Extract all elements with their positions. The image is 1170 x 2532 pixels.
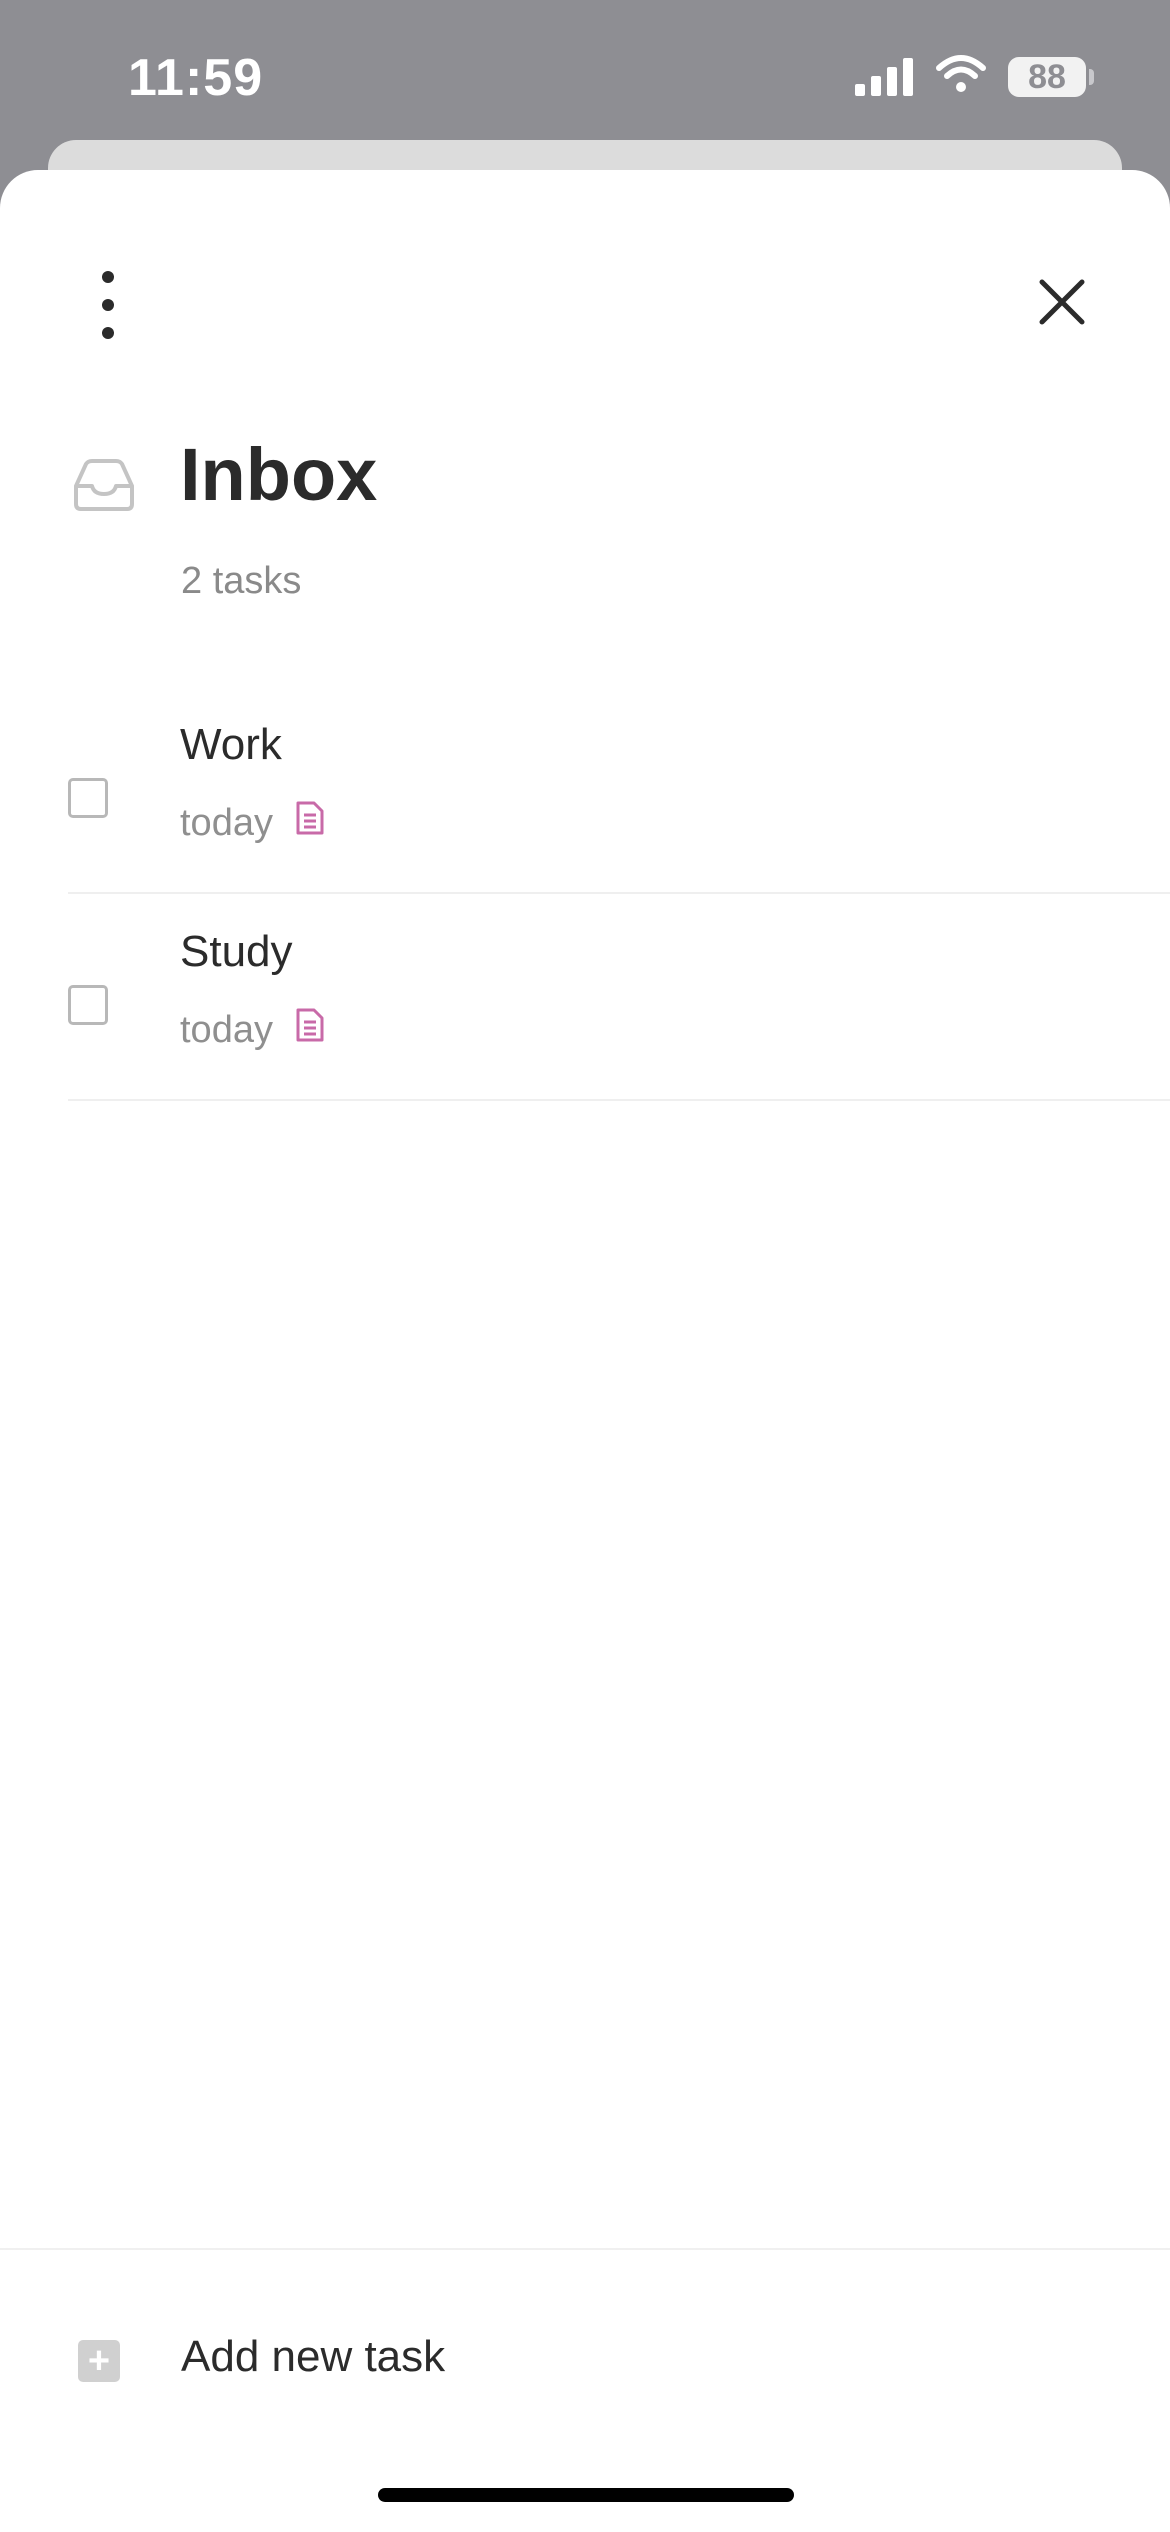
task-due: today xyxy=(180,801,273,844)
task-row[interactable]: Study today xyxy=(68,895,1170,1101)
task-checkbox[interactable] xyxy=(68,985,108,1025)
task-checkbox[interactable] xyxy=(68,778,108,818)
note-icon xyxy=(295,800,325,846)
inbox-tray-icon xyxy=(72,458,136,517)
page-title: Inbox xyxy=(180,433,378,516)
task-meta: today xyxy=(180,1007,325,1053)
status-time: 11:59 xyxy=(128,49,264,107)
cellular-signal-icon xyxy=(855,58,915,101)
task-row[interactable]: Work today xyxy=(68,688,1170,894)
close-button[interactable] xyxy=(1030,270,1094,334)
inbox-sheet: Inbox 2 tasks Work today Study today + A… xyxy=(0,170,1170,2532)
add-new-task-button[interactable]: Add new task xyxy=(181,2332,445,2382)
more-vertical-icon xyxy=(102,271,114,339)
home-indicator[interactable] xyxy=(378,2488,794,2502)
battery-tip xyxy=(1089,69,1094,85)
more-options-button[interactable] xyxy=(78,265,138,345)
wifi-icon xyxy=(935,54,987,99)
task-meta: today xyxy=(180,800,325,846)
add-task-bar[interactable]: + Add new task xyxy=(0,2248,1170,2430)
task-title: Study xyxy=(180,927,293,976)
note-icon xyxy=(295,1007,325,1053)
task-due: today xyxy=(180,1008,273,1051)
battery-indicator: 88 xyxy=(1008,57,1086,97)
close-icon xyxy=(1039,279,1085,325)
plus-icon: + xyxy=(78,2340,120,2382)
task-count: 2 tasks xyxy=(181,560,302,602)
status-bar: 11:59 88 xyxy=(0,0,1170,150)
task-title: Work xyxy=(180,720,282,769)
